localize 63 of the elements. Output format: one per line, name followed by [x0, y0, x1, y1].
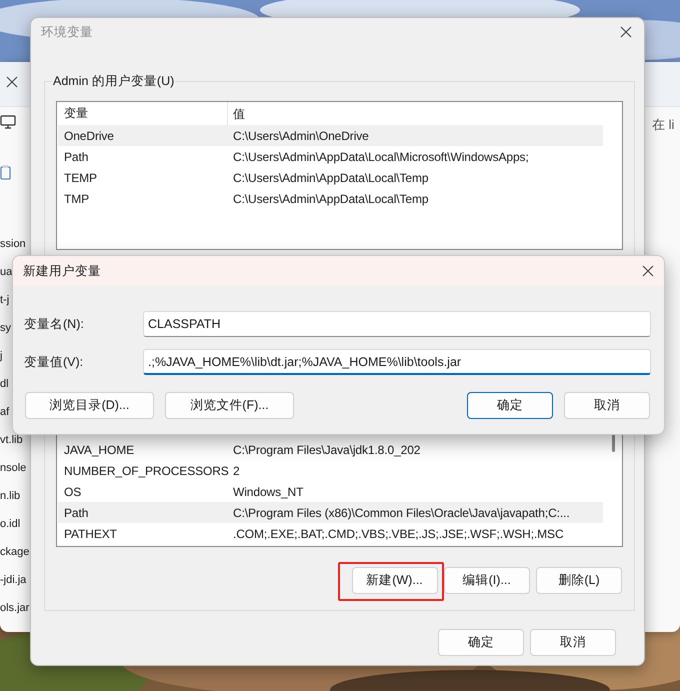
table-row[interactable]: Path C:\Program Files (x86)\Common Files\Oracle\Java\javapath;C:...	[58, 502, 603, 523]
file-name[interactable]: sy	[0, 314, 11, 342]
column-header[interactable]: 值	[228, 104, 245, 122]
close-icon[interactable]	[620, 26, 632, 38]
table-cell-text: JAVA_HOME	[63, 442, 136, 458]
file-name[interactable]: o.idl	[0, 510, 20, 538]
table-cell-text: NUMBER_OF_PROCESSORS	[63, 462, 228, 480]
button[interactable]: 浏览文件(F)...	[165, 392, 294, 419]
table-row[interactable]: OneDrive C:\Users\Admin\OneDrive	[58, 125, 603, 146]
file-name[interactable]: t-j	[0, 286, 10, 314]
table-cell-text: TEMP	[63, 170, 98, 186]
table-row[interactable]: JAVA_HOME C:\Program Files\Java\jdk1.8.0_202	[58, 439, 603, 460]
button[interactable]: 新建(W)...	[352, 567, 438, 594]
button[interactable]: 删除(L)	[536, 567, 622, 594]
table-cell-text: Windows_NT	[232, 484, 304, 500]
table-row[interactable]: PATHEXT .COM;.EXE;.BAT;.CMD;.VBS;.VBE;.JS;.JSE;.WSF;.WSH;.MSC	[58, 523, 603, 544]
table-row[interactable]: NUMBER_OF_PROCESSORS 2	[58, 460, 603, 481]
file-name[interactable]: ckage	[0, 538, 30, 566]
group-label: Admin 的用户变量(U)	[52, 73, 176, 89]
input-field[interactable]: CLASSPATH	[143, 311, 651, 337]
table-row[interactable]: TEMP C:\Users\Admin\AppData\Local\Temp	[58, 167, 603, 188]
file-name[interactable]: ssion	[0, 230, 26, 258]
button[interactable]: 编辑(I)...	[444, 567, 530, 594]
table-cell-text: PATHEXT	[63, 526, 118, 542]
table-cell-text: C:\Users\Admin\AppData\Local\Temp	[232, 170, 428, 186]
monitor-icon[interactable]	[0, 115, 16, 129]
file-name[interactable]: ols.jar	[0, 594, 30, 622]
button[interactable]: 取消	[564, 392, 650, 419]
table-cell-text: C:\Users\Admin\OneDrive	[232, 128, 369, 144]
table-cell-text: TMP	[63, 190, 90, 208]
file-name[interactable]: n.lib	[0, 482, 20, 510]
file-name[interactable]: ua	[0, 258, 12, 286]
search-field[interactable]: 在 li	[652, 115, 674, 134]
field-label: 变量名(N):	[23, 316, 85, 333]
button[interactable]: 确定	[467, 392, 553, 419]
table-cell-text: C:\Users\Admin\AppData\Local\Microsoft\WindowsApps;	[232, 148, 529, 166]
field-label: 变量值(V):	[23, 354, 84, 371]
table-cell-text: C:\Users\Admin\AppData\Local\Temp	[232, 190, 428, 208]
file-name[interactable]: dl	[0, 370, 9, 398]
file-name[interactable]: j	[0, 342, 2, 370]
button[interactable]: 取消	[530, 629, 616, 656]
table-cell-text: 2	[232, 462, 240, 480]
table-row[interactable]: Path C:\Users\Admin\AppData\Local\Microsoft\WindowsApps;	[58, 146, 603, 167]
table-cell-text: Path	[63, 504, 90, 522]
window-title: 环境变量	[41, 24, 93, 41]
table-cell-text: Path	[63, 148, 90, 166]
close-icon[interactable]	[6, 76, 18, 88]
table-cell-text: OS	[63, 484, 82, 500]
button[interactable]: 确定	[438, 629, 524, 656]
file-name[interactable]: af	[0, 398, 10, 426]
file-name[interactable]: -jdi.ja	[0, 566, 26, 594]
close-icon[interactable]	[642, 265, 654, 277]
table-cell-text: C:\Program Files (x86)\Common Files\Oracle\Java\javapath;C:...	[232, 504, 570, 522]
table-row[interactable]: TMP C:\Users\Admin\AppData\Local\Temp	[58, 188, 603, 209]
table-row[interactable]: OS Windows_NT	[58, 481, 603, 502]
input-field[interactable]: .;%JAVA_HOME%\lib\dt.jar;%JAVA_HOME%\lib\tools.jar	[143, 349, 651, 375]
table-cell-text: OneDrive	[63, 128, 115, 144]
table-cell-text: .COM;.EXE;.BAT;.CMD;.VBS;.VBE;.JS;.JSE;.WSF;.WSH;.MSC	[232, 526, 564, 542]
table-cell-text: C:\Program Files\Java\jdk1.8.0_202	[232, 442, 420, 458]
file-name[interactable]: nsole	[0, 454, 26, 482]
button[interactable]: 浏览目录(D)...	[25, 392, 154, 419]
window-title: 新建用户变量	[23, 262, 101, 280]
clipboard-icon[interactable]	[0, 164, 12, 180]
